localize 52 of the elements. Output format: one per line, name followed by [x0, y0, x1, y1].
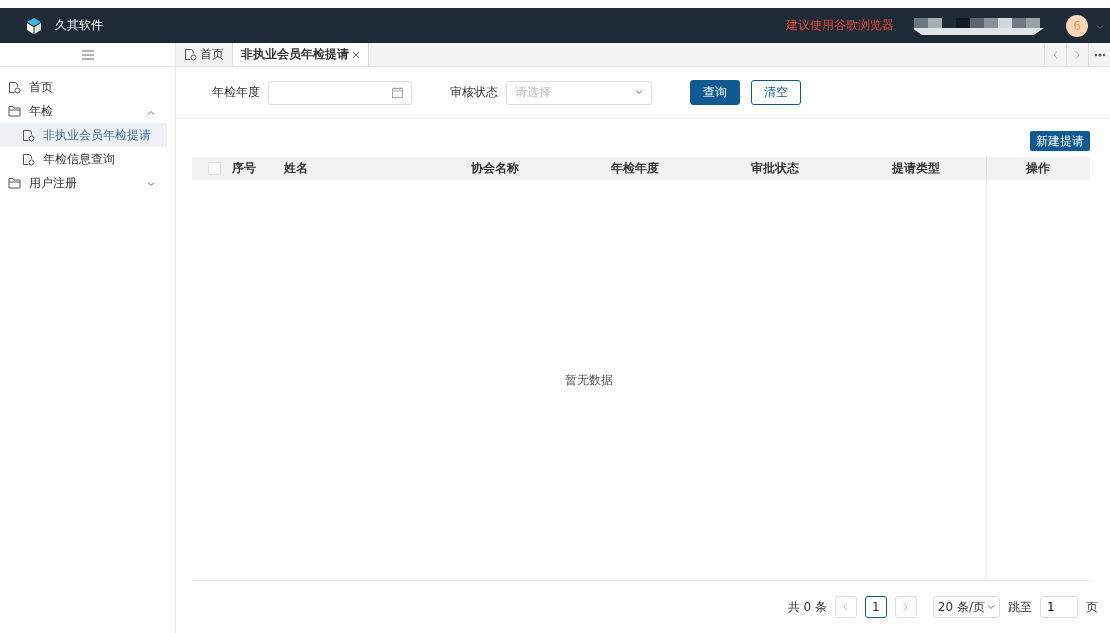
- column-header: 协会名称: [469, 160, 520, 177]
- menu-item[interactable]: 非执业会员年检提请: [0, 123, 167, 147]
- page-number-button[interactable]: 1: [864, 596, 887, 618]
- document-icon: [184, 48, 197, 61]
- menu-item[interactable]: 年检: [0, 99, 167, 123]
- next-page-button[interactable]: [894, 596, 917, 618]
- chevron-right-icon: [903, 603, 909, 611]
- folder-icon: [8, 105, 21, 117]
- chevron-down-icon: [147, 182, 155, 187]
- column-header: 姓名: [284, 160, 309, 177]
- empty-message: 暂无数据: [565, 371, 613, 389]
- filter-label: 审核状态: [450, 84, 498, 101]
- column-header: 序号: [232, 160, 257, 177]
- column-header: 审批状态: [750, 160, 801, 177]
- close-icon[interactable]: [352, 50, 360, 59]
- total-count: 共 0 条: [787, 598, 827, 616]
- chevron-up-icon: [147, 110, 155, 115]
- chevron-left-icon: [1053, 50, 1058, 59]
- column-header: 操作: [986, 157, 1090, 180]
- chevron-down-icon: [1096, 24, 1104, 30]
- brand-name: 久其软件: [55, 17, 104, 34]
- calendar-icon: [392, 87, 403, 98]
- jump-label: 跳至: [1008, 598, 1032, 616]
- chevron-right-icon: [1075, 50, 1080, 59]
- document-icon: [8, 80, 21, 94]
- menu-item[interactable]: 首页: [0, 75, 167, 99]
- filter-label: 年检年度: [212, 84, 260, 101]
- prev-page-button[interactable]: [834, 596, 857, 618]
- chevron-down-icon: [987, 604, 995, 610]
- page-tab[interactable]: 非执业会员年检提请: [233, 43, 369, 66]
- document-icon: [22, 128, 35, 142]
- placeholder-text: 请选择: [515, 84, 551, 101]
- browser-notice: 建议使用谷歌浏览器: [786, 17, 894, 34]
- menu-item[interactable]: 用户注册: [0, 171, 167, 195]
- page-size-select[interactable]: 20 条/页: [932, 596, 1000, 618]
- clear-button[interactable]: 清空: [751, 80, 801, 105]
- column-header: 年检年度: [610, 160, 660, 177]
- select-all-checkbox[interactable]: [208, 162, 221, 175]
- menu-item[interactable]: 年检信息查询: [0, 147, 167, 171]
- document-icon: [22, 152, 35, 166]
- folder-icon: [8, 177, 21, 189]
- menu-icon[interactable]: [81, 49, 94, 60]
- chevron-down-icon: [635, 90, 643, 95]
- search-button[interactable]: 查询: [690, 80, 740, 105]
- more-icon: [1093, 52, 1106, 57]
- new-request-button[interactable]: 新建提请: [1030, 131, 1090, 151]
- column-header: 提请类型: [890, 160, 941, 177]
- page-unit: 页: [1086, 598, 1098, 616]
- jump-page-input[interactable]: 1: [1040, 596, 1078, 618]
- date-field[interactable]: [268, 80, 412, 105]
- cube-logo-icon: [25, 16, 43, 35]
- chevron-left-icon: [843, 603, 849, 611]
